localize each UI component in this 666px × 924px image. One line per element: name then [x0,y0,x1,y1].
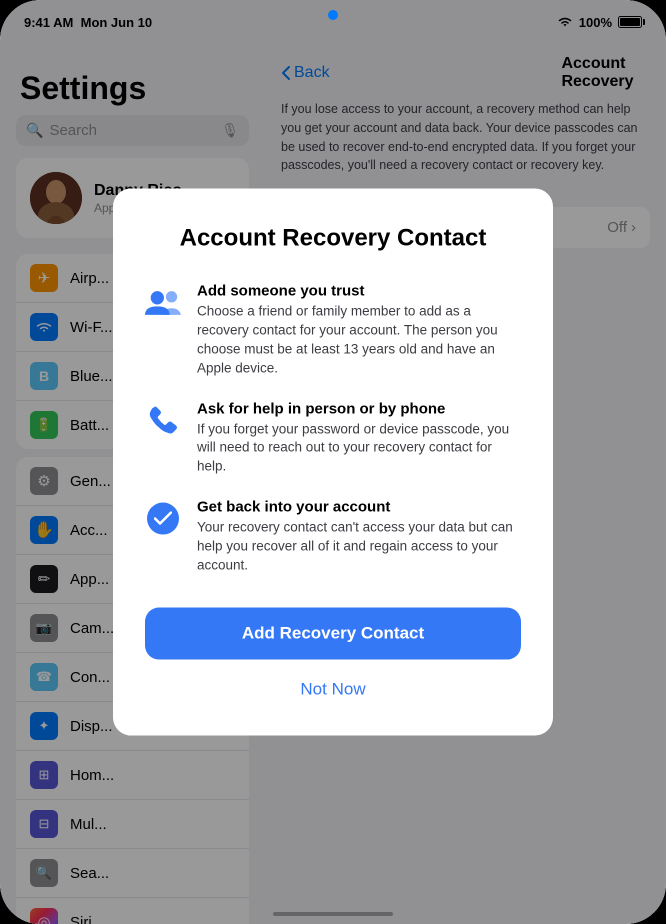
modal-sheet: Account Recovery Contact Add someone you… [113,189,553,736]
feature-text-help: Ask for help in person or by phone If yo… [197,400,521,477]
battery-icon [618,16,642,28]
status-icons: 100% [557,15,642,30]
wifi-icon [557,16,573,28]
status-time: 9:41 AM Mon Jun 10 [24,15,152,30]
feature-icon-people [145,285,181,321]
checkmark-icon [154,512,172,526]
add-recovery-contact-button[interactable]: Add Recovery Contact [145,607,521,659]
facetime-indicator [328,10,338,20]
battery-percent: 100% [579,15,612,30]
feature-title-help: Ask for help in person or by phone [197,400,521,417]
feature-text-trust: Add someone you trust Choose a friend or… [197,283,521,379]
feature-desc-access: Your recovery contact can't access your … [197,519,521,576]
not-now-button[interactable]: Not Now [292,671,373,707]
feature-item-access: Get back into your account Your recovery… [145,499,521,576]
ipad-frame: 9:41 AM Mon Jun 10 100% Sett [0,0,666,924]
screen: 9:41 AM Mon Jun 10 100% Sett [0,0,666,924]
feature-list: Add someone you trust Choose a friend or… [145,283,521,576]
feature-text-access: Get back into your account Your recovery… [197,499,521,576]
feature-desc-trust: Choose a friend or family member to add … [197,303,521,379]
checkmark-circle-icon [147,503,179,535]
feature-title-trust: Add someone you trust [197,283,521,300]
feature-icon-check [145,501,181,537]
feature-icon-phone [145,402,181,438]
people-icon [145,289,181,317]
modal-title: Account Recovery Contact [180,225,487,253]
feature-title-access: Get back into your account [197,499,521,516]
feature-item-trust: Add someone you trust Choose a friend or… [145,283,521,379]
feature-item-help: Ask for help in person or by phone If yo… [145,400,521,477]
status-bar: 9:41 AM Mon Jun 10 100% [0,0,666,44]
feature-desc-help: If you forget your password or device pa… [197,420,521,477]
phone-icon [149,405,177,435]
